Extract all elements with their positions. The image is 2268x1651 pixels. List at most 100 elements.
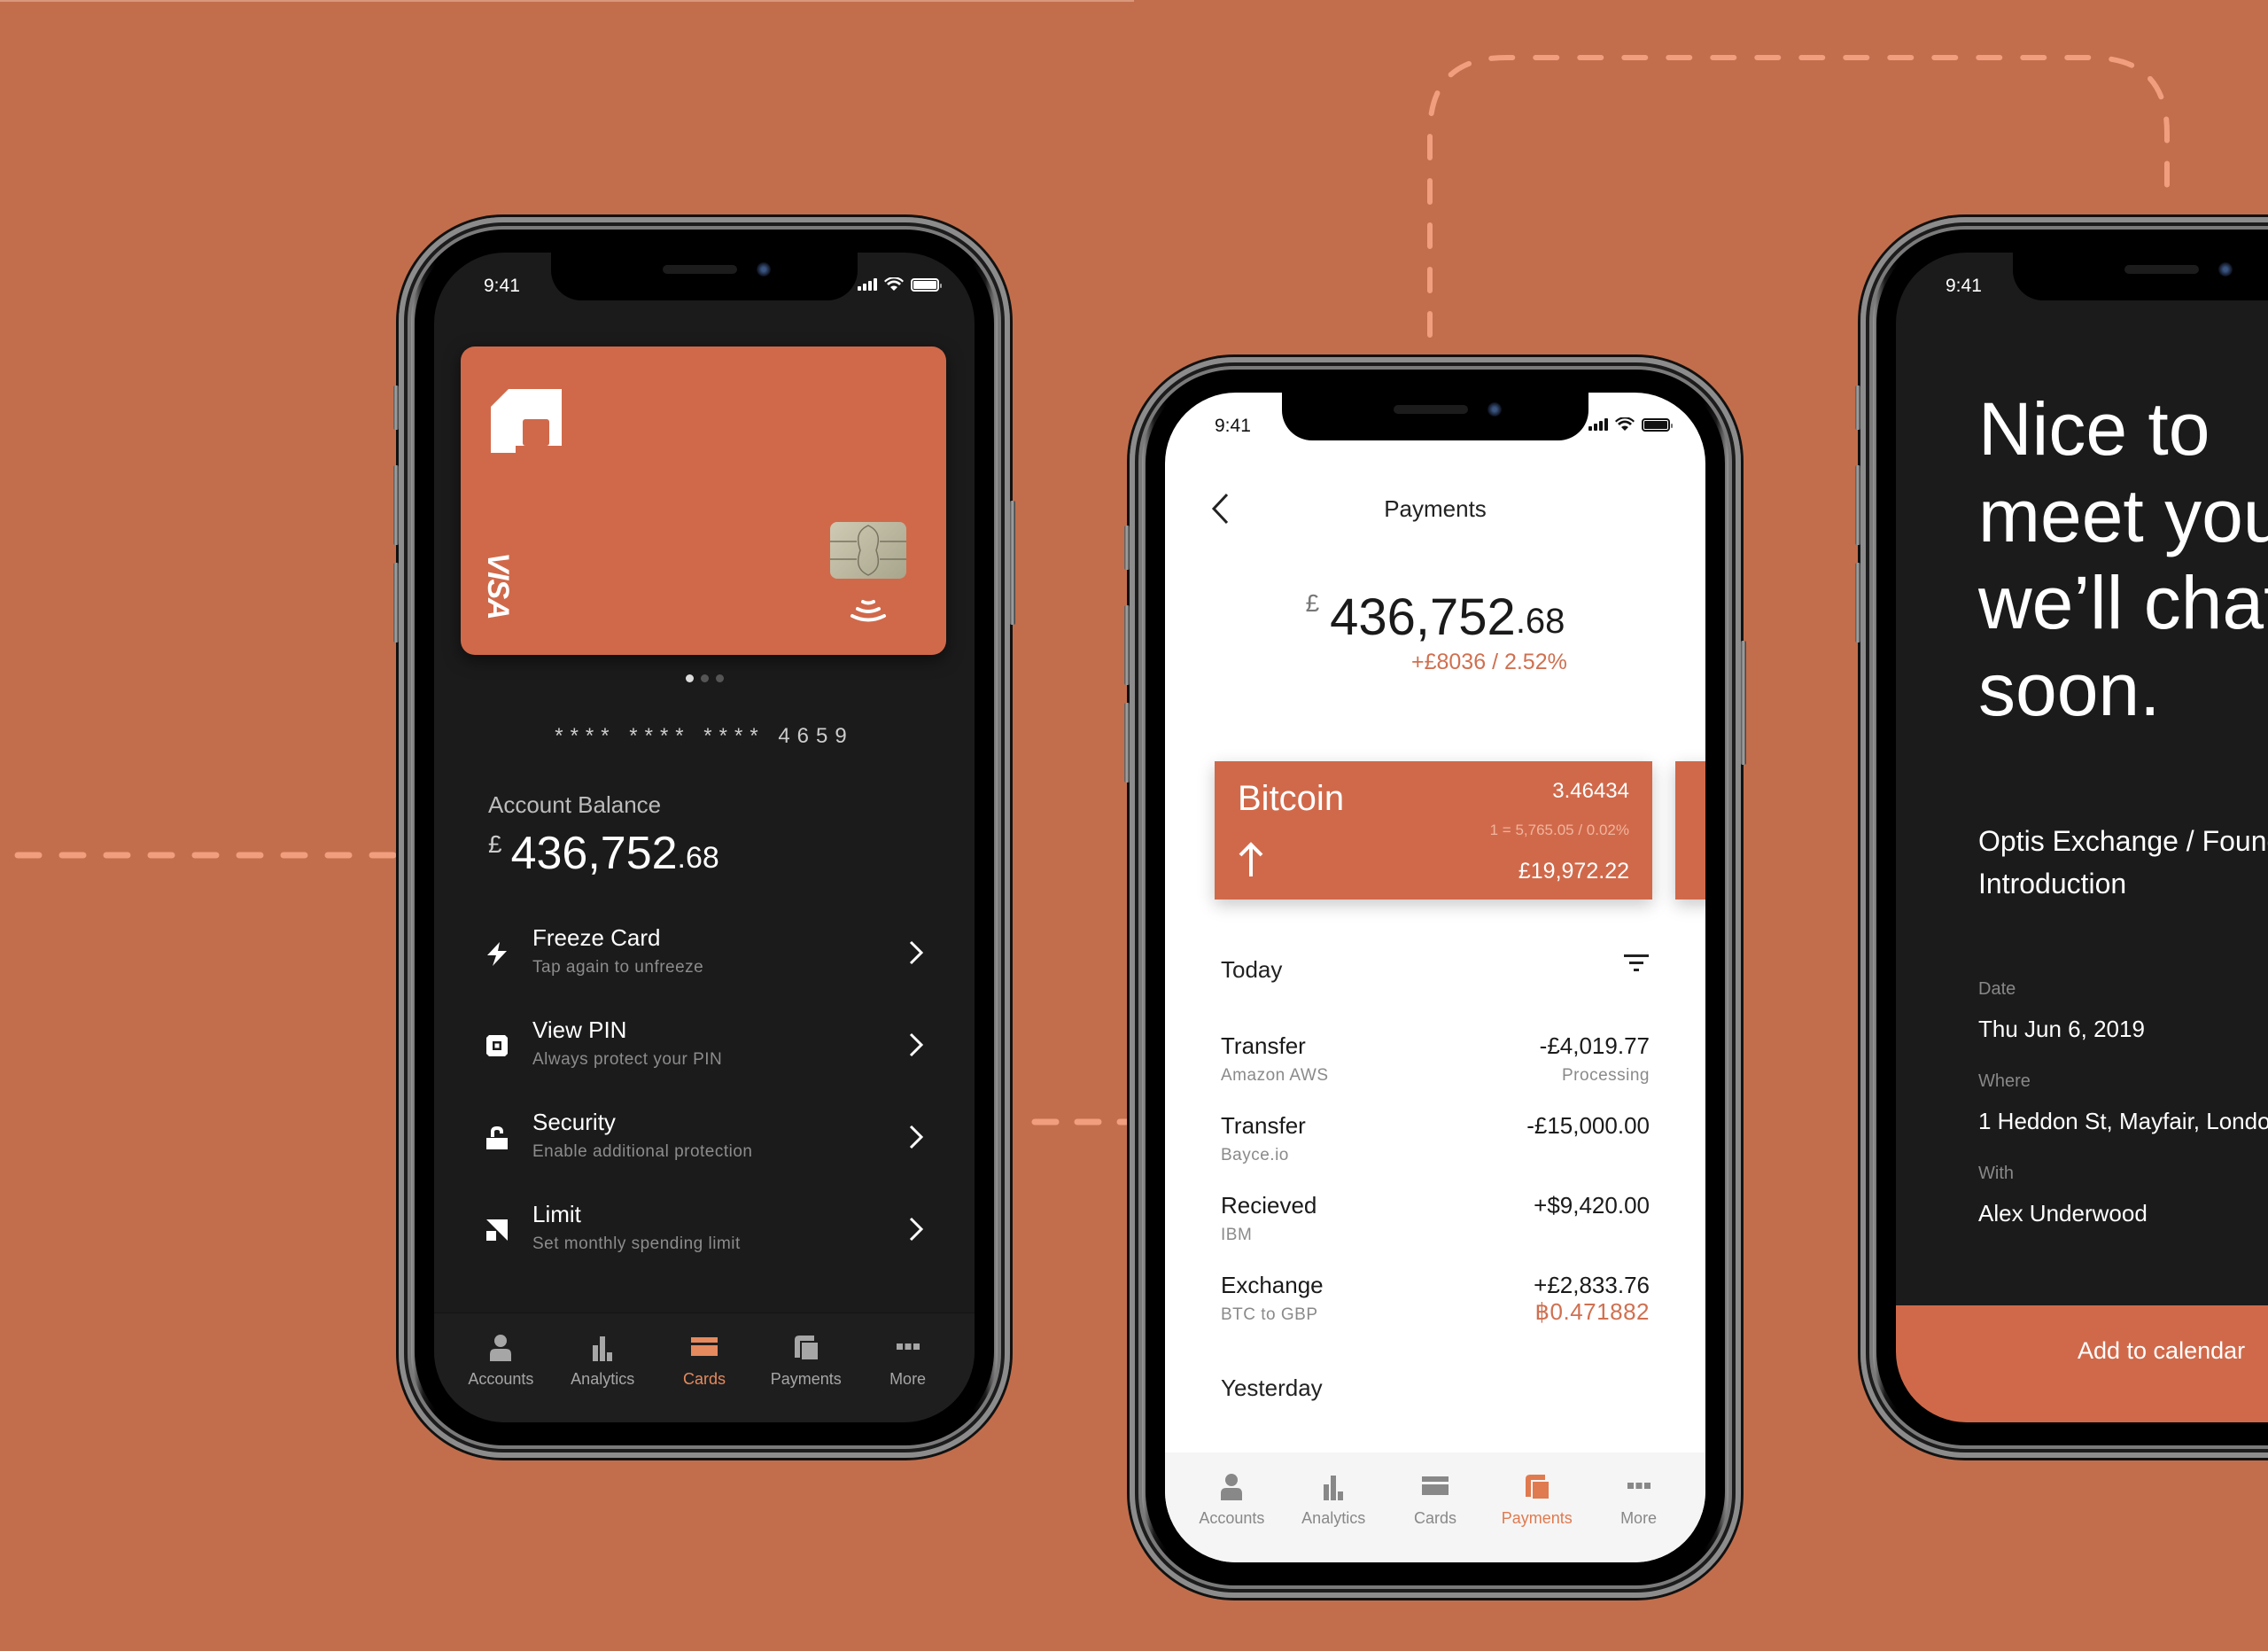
crypto-amount: 3.46434 (1552, 779, 1629, 803)
tab-cards[interactable]: Cards (1386, 1452, 1484, 1562)
crypto-card-bitcoin[interactable]: Bitcoin 3.46434 1 = 5,765.05 / 0.02% £19… (1215, 761, 1652, 899)
card-icon (1421, 1476, 1449, 1495)
transaction-amount: +£2,833.76 (1534, 1272, 1650, 1298)
status-time: 9:41 (1215, 416, 1251, 436)
crypto-value: £19,972.22 (1518, 859, 1629, 884)
arrow-up-icon (1239, 842, 1263, 876)
bar-chart-icon (593, 1336, 613, 1361)
transaction-subtitle: IBM (1221, 1226, 1253, 1244)
field-with: With Alex Underwood (1978, 1164, 2268, 1227)
status-time: 9:41 (484, 276, 520, 296)
more-icon (1627, 1483, 1651, 1489)
meeting-title-line: Optis Exchange / Found (1978, 825, 2268, 857)
headline-line: Nice to (1978, 387, 2210, 471)
transaction-status: Processing (1562, 1066, 1650, 1085)
chevron-right-icon (909, 1125, 924, 1149)
transaction-title: Transfer (1221, 1032, 1306, 1059)
section-header-yesterday: Yesterday (1221, 1375, 1650, 1410)
tab-payments[interactable]: Payments (757, 1313, 855, 1422)
person-icon (1221, 1474, 1243, 1500)
transaction-row[interactable]: Recieved IBM +$9,420.00 (1221, 1192, 1650, 1272)
menu-item-view-pin[interactable]: View PIN Always protect your PIN (484, 1015, 925, 1107)
signal-icon (1588, 418, 1608, 431)
section-label: Today (1221, 956, 1283, 983)
menu-item-freeze-card[interactable]: Freeze Card Tap again to unfreeze (484, 923, 925, 1015)
meeting-title-line: Introduction (1978, 868, 2127, 899)
account-balance: £ 436,752 .68 (488, 827, 719, 880)
menu-item-subtitle: Set monthly spending limit (532, 1234, 741, 1253)
meeting-title: Optis Exchange / Found Introduction (1978, 820, 2268, 905)
phone-cards: 9:41 VISA **** **** **** 4659 Account Ba… (393, 217, 1015, 1458)
crypto-card-next[interactable] (1675, 761, 1705, 899)
tab-more[interactable]: More (1590, 1452, 1688, 1562)
tab-bar: Accounts Analytics Cards Payments More (434, 1312, 975, 1422)
balance-decimal: .68 (1515, 602, 1565, 641)
limit-icon (486, 1219, 508, 1241)
transaction-amount: -£4,019.77 (1539, 1032, 1650, 1059)
menu-item-title: Security (532, 1109, 616, 1135)
menu-item-subtitle: Tap again to unfreeze (532, 958, 704, 977)
transaction-title: Exchange (1221, 1272, 1324, 1298)
tab-label: Payments (770, 1370, 842, 1388)
status-bar: 9:41 (434, 253, 975, 300)
menu-item-limit[interactable]: Limit Set monthly spending limit (484, 1199, 925, 1291)
headline: Nice to meet you, we’ll chat soon. (1978, 385, 2268, 733)
tab-label: More (1620, 1509, 1658, 1527)
transaction-row[interactable]: Transfer Amazon AWS -£4,019.77 Processin… (1221, 1032, 1650, 1112)
menu-item-security[interactable]: Security Enable additional protection (484, 1107, 925, 1199)
pin-icon (486, 1035, 508, 1056)
tab-analytics[interactable]: Analytics (554, 1313, 651, 1422)
bank-logo-icon (491, 389, 562, 453)
wifi-icon (1615, 417, 1635, 431)
pager-dot[interactable] (700, 674, 709, 682)
transaction-row[interactable]: Transfer Bayce.io -£15,000.00 (1221, 1112, 1650, 1192)
phone-payments: 9:41 Payments £ 436,752 .68 +£8036 / 2.5… (1124, 357, 1746, 1598)
button-label: Add to calendar (2078, 1337, 2246, 1364)
page-title: Payments (1384, 495, 1487, 522)
card-pager[interactable] (434, 674, 975, 682)
pager-dot[interactable] (715, 674, 724, 682)
tab-label: Payments (1501, 1509, 1573, 1527)
lightning-icon (487, 942, 507, 966)
wifi-icon (884, 277, 904, 291)
crypto-name: Bitcoin (1238, 779, 1345, 818)
menu-item-title: Limit (532, 1201, 581, 1227)
tab-more[interactable]: More (859, 1313, 957, 1422)
chevron-right-icon (909, 1217, 924, 1242)
payments-icon (1525, 1475, 1549, 1499)
lock-icon (486, 1126, 508, 1149)
transaction-row[interactable]: Exchange BTC to GBP +£2,833.76 ฿0.471882 (1221, 1272, 1650, 1351)
transaction-title: Transfer (1221, 1112, 1306, 1139)
balance-integer: 436,752 (510, 828, 678, 879)
field-value: 1 Heddon St, Mayfair, London (1978, 1108, 2268, 1134)
tab-cards[interactable]: Cards (656, 1313, 753, 1422)
chip-icon (830, 522, 906, 579)
tab-label: Accounts (468, 1370, 534, 1388)
card-actions-menu: Freeze Card Tap again to unfreeze View P… (484, 923, 925, 1291)
tab-payments[interactable]: Payments (1488, 1452, 1586, 1562)
field-label: With (1978, 1164, 2014, 1183)
volume-up-button (393, 465, 399, 545)
field-date: Date Thu Jun 6, 2019 5pm (1978, 979, 2268, 1043)
tab-bar: Accounts Analytics Cards Payments More (1165, 1452, 1705, 1562)
filter-icon[interactable] (1623, 953, 1650, 976)
crypto-rate: 1 = 5,765.05 / 0.02% (1489, 822, 1629, 838)
tab-label: Accounts (1199, 1509, 1265, 1527)
transaction-amount: -£15,000.00 (1526, 1112, 1650, 1139)
payment-card[interactable]: VISA (461, 347, 946, 655)
balance-currency: £ (488, 830, 502, 858)
tab-accounts[interactable]: Accounts (1183, 1452, 1280, 1562)
tab-analytics[interactable]: Analytics (1285, 1452, 1382, 1562)
transaction-list: Today Transfer Amazon AWS -£4,019.77 Pro… (1221, 953, 1650, 1410)
menu-item-title: Freeze Card (532, 924, 661, 951)
phone-meeting: 9:41 Nice to meet you, we’ll chat soon. … (1855, 217, 2268, 1458)
pager-dot-active[interactable] (685, 674, 694, 682)
payments-icon (794, 1336, 818, 1359)
add-to-calendar-button[interactable]: Add to calendar (1896, 1305, 2268, 1422)
menu-item-subtitle: Enable additional protection (532, 1142, 753, 1161)
tab-accounts[interactable]: Accounts (452, 1313, 549, 1422)
headline-line: soon. (1978, 648, 2161, 731)
bar-chart-icon (1324, 1476, 1344, 1500)
field-where: Where 1 Heddon St, Mayfair, London (1978, 1071, 2268, 1135)
headline-line: we’ll chat (1978, 561, 2268, 644)
